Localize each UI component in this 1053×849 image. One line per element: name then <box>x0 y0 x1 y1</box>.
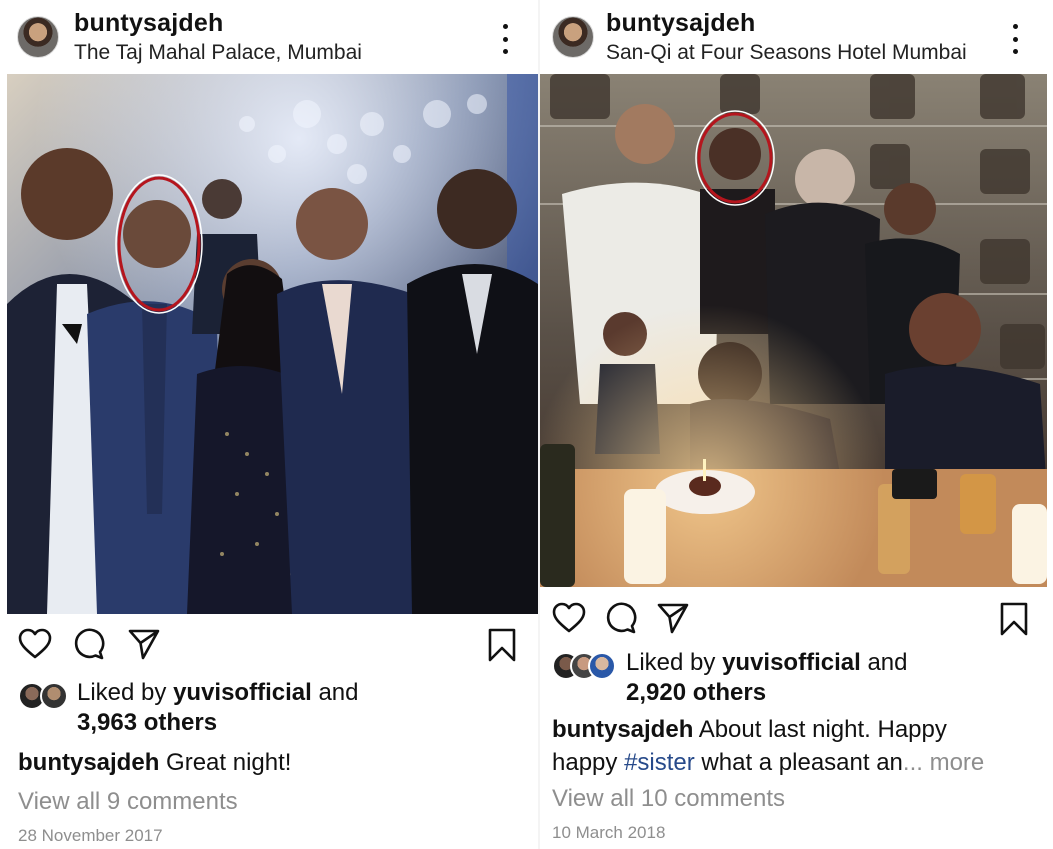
liked-user[interactable]: yuvisofficial <box>722 649 861 676</box>
post-right: buntysajdeh San-Qi at Four Seasons Hotel… <box>540 0 1053 849</box>
liked-by-avatars[interactable] <box>18 682 70 710</box>
bookmark-icon[interactable] <box>488 628 516 662</box>
post-date: 10 March 2018 <box>552 823 666 842</box>
caption: buntysajdeh Great night! <box>18 746 291 779</box>
liked-prefix: Liked by <box>77 679 174 706</box>
post-actions <box>0 628 540 668</box>
post-actions <box>540 602 1053 642</box>
bookmark-icon[interactable] <box>1000 602 1028 636</box>
comment-icon[interactable] <box>605 602 637 634</box>
caption-username[interactable]: buntysajdeh <box>552 716 693 743</box>
post-header: buntysajdeh San-Qi at Four Seasons Hotel… <box>540 0 1053 74</box>
view-comments-link[interactable]: View all 9 comments <box>18 788 238 816</box>
caption-more-link[interactable]: ... more <box>903 749 984 776</box>
heart-icon[interactable] <box>18 628 52 660</box>
likes-count[interactable]: 3,963 others <box>77 709 217 736</box>
post-date: 28 November 2017 <box>18 826 163 845</box>
liked-and: and <box>860 649 908 676</box>
caption-text: Great night! <box>159 749 292 776</box>
liked-and: and <box>311 679 359 706</box>
comment-icon[interactable] <box>73 628 105 660</box>
post-left: buntysajdeh The Taj Mahal Palace, Mumbai <box>0 0 540 849</box>
liked-prefix: Liked by <box>626 649 723 676</box>
caption: buntysajdeh About last night. Happy happ… <box>552 713 984 779</box>
location[interactable]: The Taj Mahal Palace, Mumbai <box>74 41 362 65</box>
more-options-icon[interactable] <box>1009 24 1021 54</box>
caption-text-line2: happy <box>552 749 625 776</box>
post-photo[interactable] <box>7 74 538 614</box>
send-icon[interactable] <box>657 602 689 634</box>
likes-count[interactable]: 2,920 others <box>626 679 766 706</box>
caption-text: About last night. Happy <box>693 716 947 743</box>
avatar[interactable] <box>17 16 59 58</box>
post-header: buntysajdeh The Taj Mahal Palace, Mumbai <box>0 0 540 74</box>
likes-summary[interactable]: Liked by yuvisofficial and 2,920 others <box>626 648 908 708</box>
view-comments-link[interactable]: View all 10 comments <box>552 785 785 813</box>
more-options-icon[interactable] <box>499 24 511 54</box>
heart-icon[interactable] <box>552 602 586 634</box>
caption-text-rest: what a pleasant an <box>694 749 903 776</box>
liked-user[interactable]: yuvisofficial <box>173 679 312 706</box>
send-icon[interactable] <box>128 628 160 660</box>
post-photo[interactable] <box>540 74 1047 587</box>
avatar[interactable] <box>552 16 594 58</box>
location[interactable]: San-Qi at Four Seasons Hotel Mumbai <box>606 41 967 65</box>
username[interactable]: buntysajdeh <box>606 9 755 38</box>
hashtag-link[interactable]: #sister <box>624 749 695 776</box>
username[interactable]: buntysajdeh <box>74 9 223 38</box>
liked-by-avatars[interactable] <box>552 652 616 680</box>
caption-username[interactable]: buntysajdeh <box>18 749 159 776</box>
likes-summary[interactable]: Liked by yuvisofficial and 3,963 others <box>77 678 359 738</box>
